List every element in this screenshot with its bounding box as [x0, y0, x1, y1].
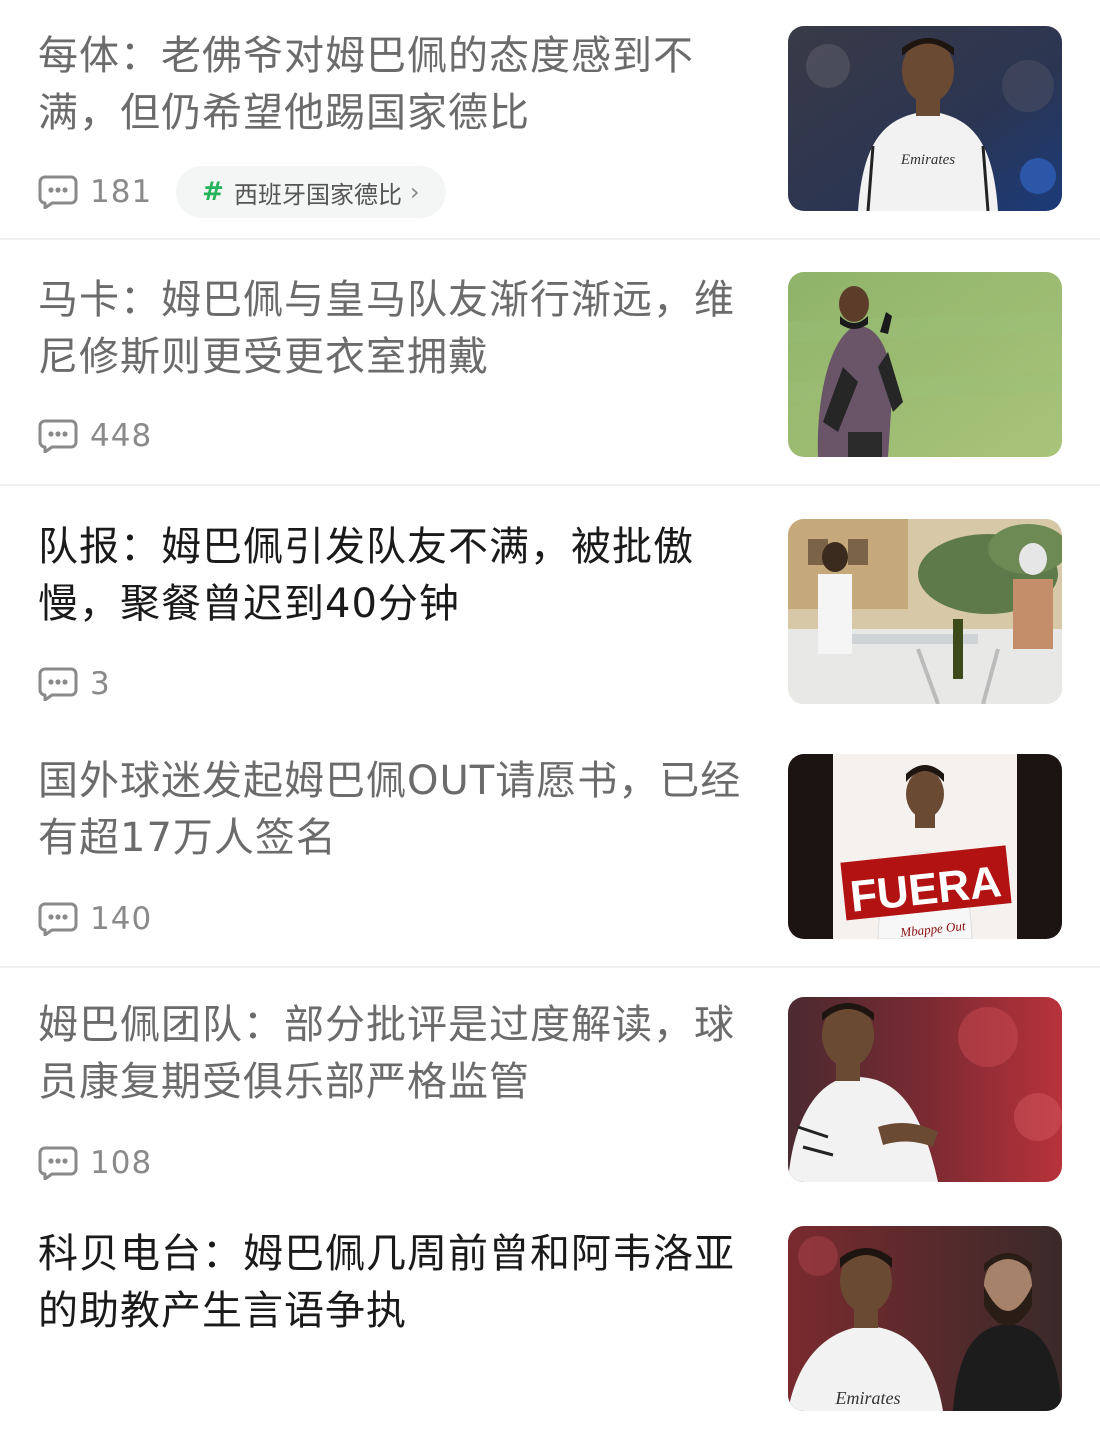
comment-count: 448 [90, 418, 153, 454]
news-title[interactable]: 马卡：姆巴佩与皇马队友渐行渐远，维尼修斯则更受更衣室拥戴 [38, 272, 768, 386]
news-thumbnail[interactable] [788, 272, 1062, 457]
comment-count: 181 [90, 174, 153, 210]
news-item[interactable]: 队报：姆巴佩引发队友不满，被批傲慢，聚餐曾迟到40分钟 3 [0, 519, 1100, 719]
news-item[interactable]: 每体：老佛爷对姆巴佩的态度感到不满，但仍希望他踢国家德比 181 # 西班牙国家… [0, 26, 1100, 238]
comment-bubble-icon [38, 902, 78, 936]
news-meta: 108 [38, 1136, 152, 1190]
divider [0, 966, 1100, 968]
comment-bubble-icon [38, 1146, 78, 1180]
news-meta: 448 [38, 409, 152, 463]
comment-bubble-icon [38, 175, 78, 209]
news-thumbnail[interactable] [788, 997, 1062, 1182]
news-title[interactable]: 国外球迷发起姆巴佩OUT请愿书，已经有超17万人签名 [38, 753, 768, 867]
news-feed: 每体：老佛爷对姆巴佩的态度感到不满，但仍希望他踢国家德比 181 # 西班牙国家… [0, 0, 1100, 1433]
news-thumbnail[interactable]: Emirates [788, 26, 1062, 211]
comment-bubble-icon [38, 667, 78, 701]
news-thumbnail[interactable]: FUERA Mbappe Out [788, 754, 1062, 939]
svg-text:Emirates: Emirates [835, 1388, 901, 1408]
comment-count: 140 [90, 901, 153, 937]
news-title[interactable]: 科贝电台：姆巴佩几周前曾和阿韦洛亚的助教产生言语争执 [38, 1226, 768, 1340]
news-thumbnail[interactable] [788, 519, 1062, 704]
news-item[interactable]: 姆巴佩团队：部分批评是过度解读，球员康复期受俱乐部严格监管 108 [0, 997, 1100, 1197]
news-item[interactable]: 国外球迷发起姆巴佩OUT请愿书，已经有超17万人签名 140 FUERA Mba… [0, 753, 1100, 966]
topic-label: 西班牙国家德比 [233, 180, 402, 209]
chevron-right-icon: › [409, 178, 420, 206]
news-thumbnail[interactable]: Emirates [788, 1226, 1062, 1411]
comment-count: 3 [90, 666, 111, 702]
topic-tag[interactable]: # 西班牙国家德比 › [176, 166, 446, 218]
comment-bubble-icon [38, 419, 78, 453]
comment-count: 108 [90, 1145, 153, 1181]
hash-icon: # [202, 177, 224, 207]
news-title[interactable]: 队报：姆巴佩引发队友不满，被批傲慢，聚餐曾迟到40分钟 [38, 519, 768, 633]
divider [0, 238, 1100, 240]
news-item[interactable]: 马卡：姆巴佩与皇马队友渐行渐远，维尼修斯则更受更衣室拥戴 448 [0, 272, 1100, 484]
news-item[interactable]: 科贝电台：姆巴佩几周前曾和阿韦洛亚的助教产生言语争执 Emirates [0, 1226, 1100, 1433]
news-meta: 181 # 西班牙国家德比 › [38, 165, 446, 219]
news-title[interactable]: 姆巴佩团队：部分批评是过度解读，球员康复期受俱乐部严格监管 [38, 997, 768, 1111]
svg-text:Emirates: Emirates [900, 152, 955, 168]
news-meta: 140 [38, 892, 152, 946]
divider [0, 484, 1100, 486]
news-meta: 3 [38, 657, 111, 711]
news-title[interactable]: 每体：老佛爷对姆巴佩的态度感到不满，但仍希望他踢国家德比 [38, 28, 768, 142]
